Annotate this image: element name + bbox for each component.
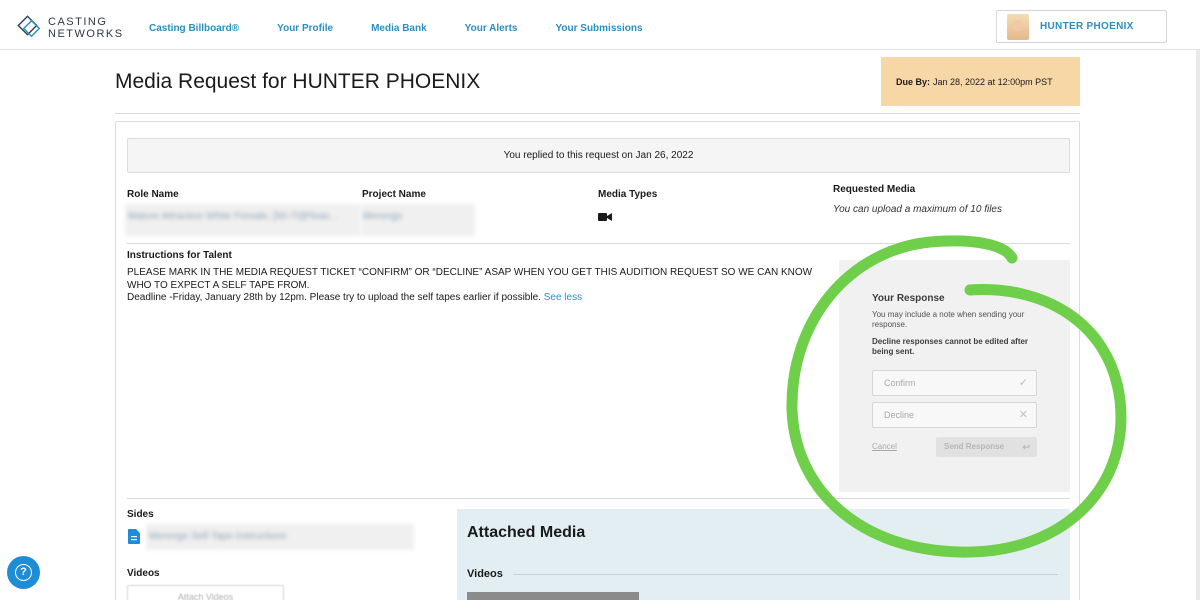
media-types-label: Media Types (598, 189, 658, 200)
instructions-deadline: Deadline -Friday, January 28th by 12pm. … (127, 292, 541, 303)
nav-your-submissions[interactable]: Your Submissions (555, 23, 642, 34)
instructions-line-2: Deadline -Friday, January 28th by 12pm. … (127, 292, 827, 305)
nav-links: Casting Billboard® Your Profile Media Ba… (149, 23, 681, 34)
nav-your-profile[interactable]: Your Profile (277, 23, 333, 34)
logo-line-2: NETWORKS (48, 28, 124, 40)
attached-media-title: Attached Media (467, 524, 586, 541)
nav-media-bank[interactable]: Media Bank (371, 23, 427, 34)
attached-media-panel: Attached Media Videos (457, 509, 1070, 600)
attach-videos-select[interactable]: Attach Videos (127, 585, 284, 600)
instructions-label: Instructions for Talent (127, 250, 232, 261)
nav-your-alerts[interactable]: Your Alerts (465, 23, 518, 34)
sides-file-name[interactable]: Merengo Self Tape Instructions (146, 524, 414, 550)
see-less-link[interactable]: See less (544, 292, 582, 303)
project-name-label: Project Name (362, 189, 426, 200)
attached-videos-divider (513, 574, 1058, 575)
x-icon: ✕ (1018, 409, 1028, 421)
top-navigation: CASTING NETWORKS Casting Billboard® Your… (0, 0, 1200, 50)
replied-status-bar: You replied to this request on Jan 26, 2… (127, 138, 1070, 173)
logo-line-1: CASTING (48, 16, 108, 28)
videos-label: Videos (127, 568, 160, 579)
response-warning: Decline responses cannot be edited after… (872, 337, 1029, 356)
logo-text: CASTING NETWORKS (48, 16, 124, 40)
response-title: Your Response (872, 293, 945, 304)
page-root: CASTING NETWORKS Casting Billboard® Your… (0, 0, 1200, 600)
media-request-card: You replied to this request on Jan 26, 2… (115, 121, 1080, 600)
attached-videos-label: Videos (467, 568, 503, 580)
title-divider (115, 113, 1080, 114)
project-name-value: Merengo (361, 204, 475, 236)
help-button[interactable]: ? (7, 556, 40, 589)
send-arrow-icon: ↩ (1022, 442, 1030, 452)
video-camera-icon (598, 213, 612, 221)
video-thumbnail[interactable] (467, 592, 639, 600)
due-value: Jan 28, 2022 at 12:00pm PST (933, 76, 1053, 87)
user-name: HUNTER PHOENIX (1040, 21, 1134, 32)
requested-media-note: You can upload a maximum of 10 files (833, 204, 1002, 215)
instructions-line-1: PLEASE MARK IN THE MEDIA REQUEST TICKET … (127, 267, 813, 291)
question-icon: ? (15, 564, 32, 581)
response-panel: Your Response You may include a note whe… (839, 260, 1070, 492)
send-response-button[interactable]: Send Response ↩ (936, 437, 1037, 457)
avatar (1007, 13, 1029, 40)
cancel-link[interactable]: Cancel (872, 442, 897, 451)
sides-divider (127, 498, 1070, 499)
details-divider (127, 243, 1070, 244)
instructions-text: PLEASE MARK IN THE MEDIA REQUEST TICKET … (127, 267, 827, 305)
nav-casting-billboard[interactable]: Casting Billboard® (149, 23, 239, 34)
scrollbar-track[interactable] (1196, 50, 1200, 600)
document-icon[interactable] (128, 529, 140, 544)
send-response-label: Send Response (944, 442, 1005, 451)
due-label: Due By: (896, 76, 931, 87)
requested-media-label: Requested Media (833, 184, 916, 195)
confirm-option-label: Confirm (884, 378, 916, 388)
check-icon: ✓ (1018, 377, 1028, 389)
decline-option[interactable]: Decline ✕ (872, 402, 1037, 428)
role-name-label: Role Name (127, 189, 179, 200)
due-date-banner: Due By: Jan 28, 2022 at 12:00pm PST (881, 57, 1080, 106)
page-title: Media Request for HUNTER PHOENIX (115, 70, 481, 93)
role-name-value: Mature Attractive White Female, [50-70]P… (125, 204, 361, 236)
sides-label: Sides (127, 509, 154, 520)
confirm-option[interactable]: Confirm ✓ (872, 370, 1037, 396)
decline-option-label: Decline (884, 410, 915, 420)
user-menu-button[interactable]: HUNTER PHOENIX (996, 10, 1167, 43)
response-note: You may include a note when sending your… (872, 310, 1025, 329)
logo-diamond-icon (17, 15, 41, 38)
casting-networks-logo[interactable]: CASTING NETWORKS (16, 14, 124, 42)
